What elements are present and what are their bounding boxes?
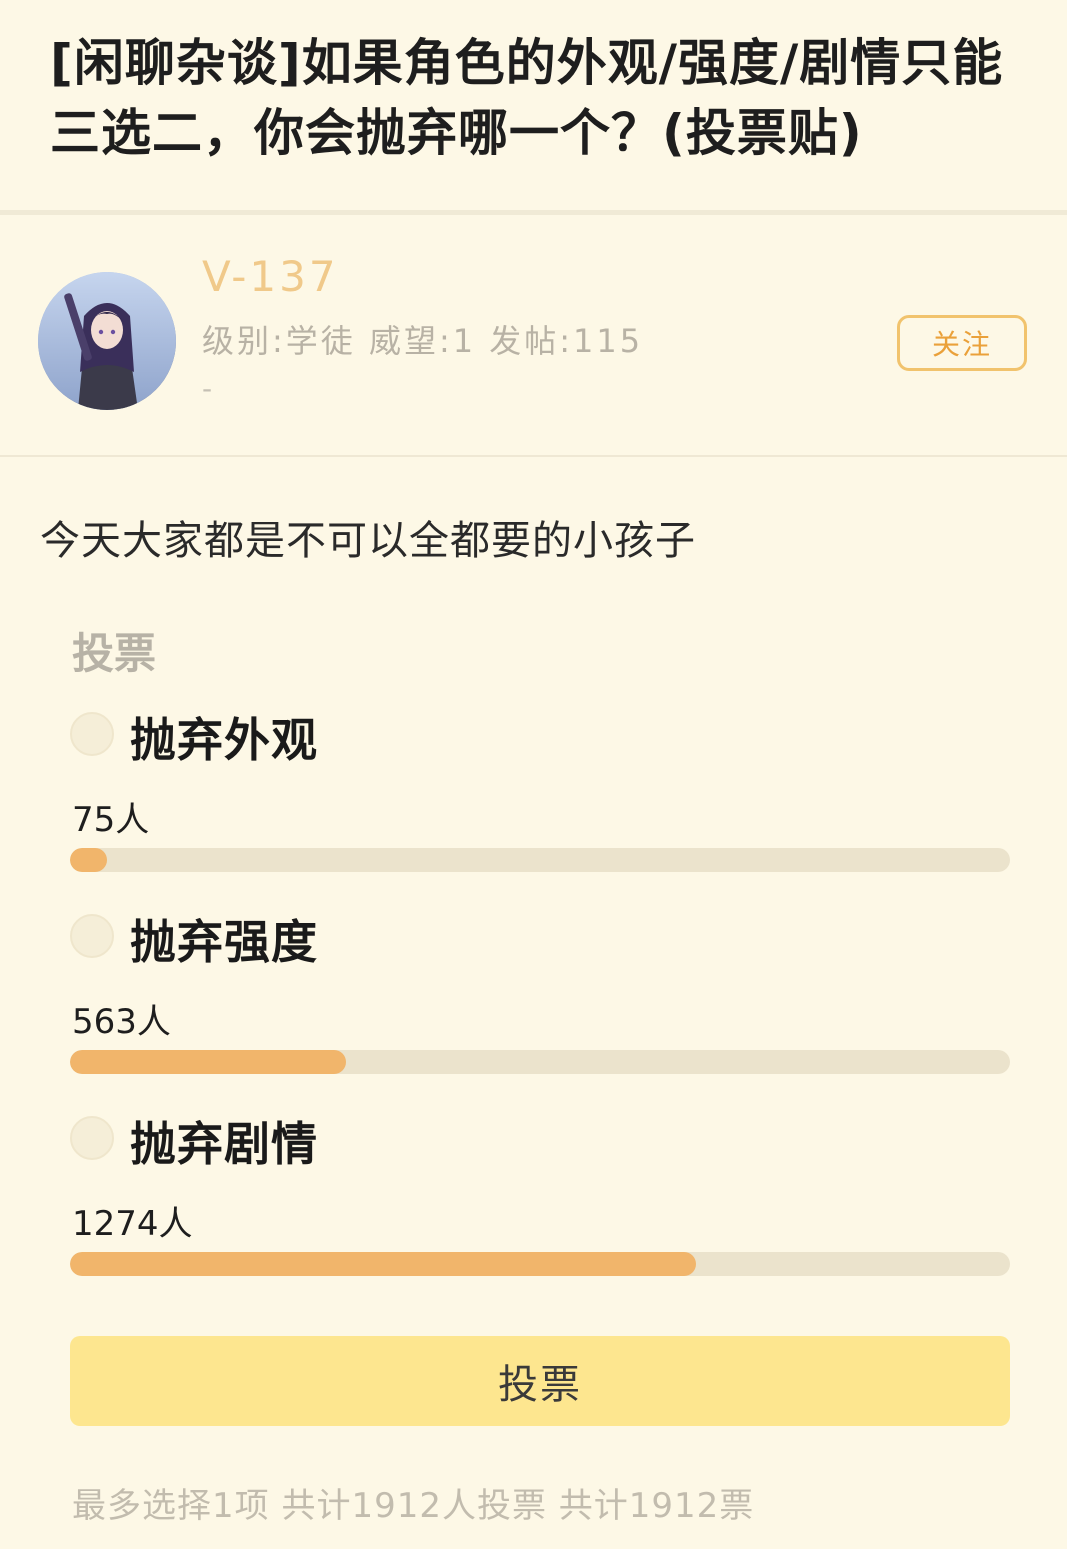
post-content: 今天大家都是不可以全都要的小孩子 — [40, 518, 696, 564]
avatar-image — [38, 272, 176, 410]
poll-option-label[interactable]: 抛弃剧情 — [130, 1108, 318, 1174]
poll-progress-track — [70, 848, 1010, 872]
radio-button[interactable] — [70, 712, 114, 756]
poll-option-count: 563人 — [72, 1002, 171, 1042]
poll-option-label[interactable]: 抛弃强度 — [130, 906, 318, 972]
author-name[interactable]: V-137 — [202, 252, 339, 301]
poll-summary: 最多选择1项 共计1912人投票 共计1912票 — [72, 1486, 755, 1526]
poll-progress-fill — [70, 848, 107, 872]
poll-progress-fill — [70, 1252, 697, 1276]
vote-button[interactable]: 投票 — [70, 1336, 1010, 1426]
author-stats: 级别:学徒 威望:1 发帖:115 — [202, 322, 644, 360]
poll-title: 投票 — [72, 629, 157, 678]
poll-option-count: 1274人 — [72, 1204, 193, 1244]
author-signature: - — [202, 372, 213, 405]
poll-progress-fill — [70, 1050, 347, 1074]
poll-progress-track — [70, 1050, 1010, 1074]
header-divider — [0, 210, 1067, 215]
radio-button[interactable] — [70, 1116, 114, 1160]
poll-progress-track — [70, 1252, 1010, 1276]
poll-option-label[interactable]: 抛弃外观 — [130, 704, 318, 770]
radio-button[interactable] — [70, 914, 114, 958]
post-title: [闲聊杂谈]如果角色的外观/强度/剧情只能三选二，你会抛弃哪一个？(投票贴) — [50, 34, 1004, 162]
follow-button[interactable]: 关注 — [897, 315, 1027, 371]
author-divider — [0, 455, 1067, 457]
avatar[interactable] — [38, 272, 176, 410]
poll-option-count: 75人 — [72, 800, 150, 840]
